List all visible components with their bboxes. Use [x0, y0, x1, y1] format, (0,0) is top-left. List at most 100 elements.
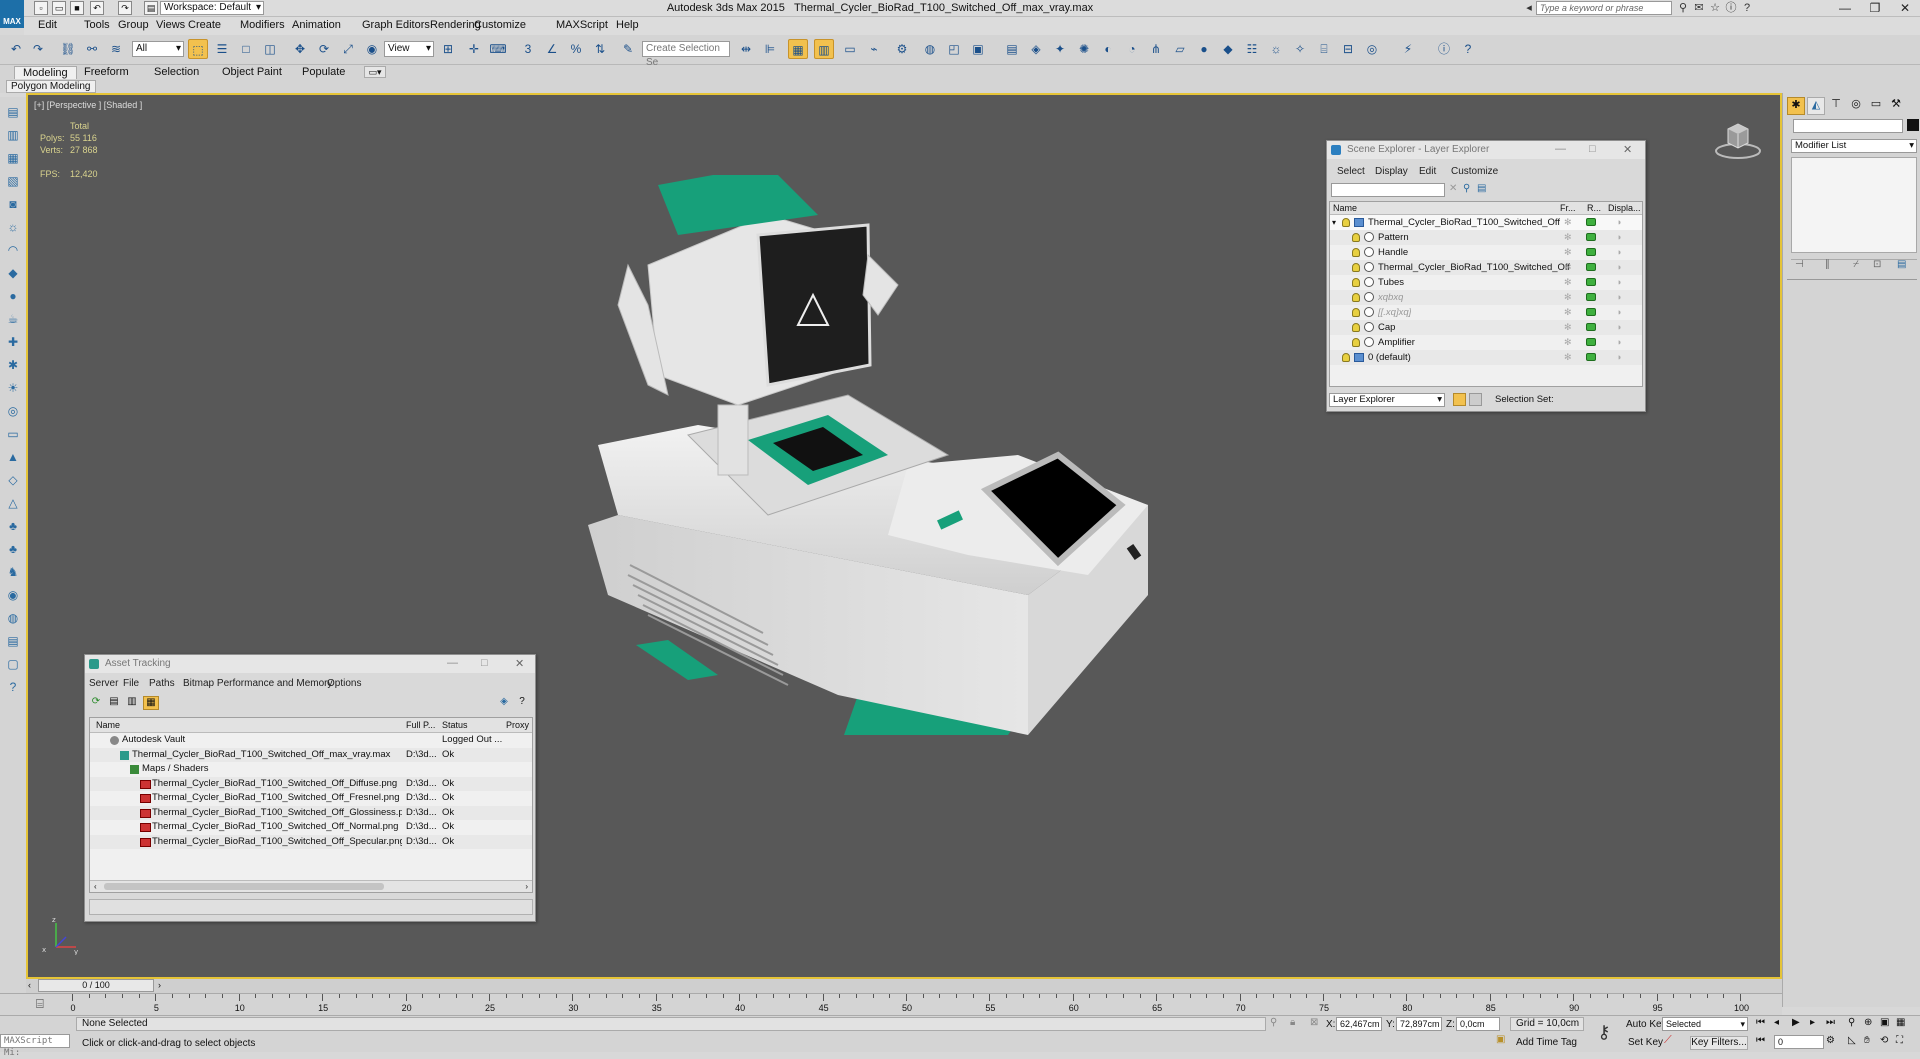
globe-icon[interactable]: ◍: [4, 609, 22, 627]
list-view-icon[interactable]: ▤: [107, 696, 121, 710]
render-setup-icon[interactable]: ◰: [944, 39, 964, 59]
display-mode-icon[interactable]: ◑: [1616, 335, 1621, 350]
current-frame-field[interactable]: 0: [1774, 1035, 1824, 1049]
cone-icon[interactable]: ▲: [4, 448, 22, 466]
clear-search-icon[interactable]: ✕: [1449, 183, 1457, 194]
make-unique-icon[interactable]: ⌿: [1853, 259, 1859, 270]
render-toggle-icon[interactable]: [1586, 323, 1596, 331]
select-object-icon[interactable]: ⬚: [188, 39, 208, 59]
close-icon[interactable]: ✕: [1890, 0, 1920, 17]
asset-row[interactable]: Thermal_Cycler_BioRad_T100_Switched_Off_…: [90, 834, 532, 849]
zoom-all-icon[interactable]: ⊕: [1864, 1017, 1872, 1028]
dummy-icon[interactable]: ◇: [4, 471, 22, 489]
display-mode-icon[interactable]: ◑: [1616, 275, 1621, 290]
render-toggle-icon[interactable]: [1586, 233, 1596, 241]
scroll-right-icon[interactable]: ›: [525, 882, 528, 891]
redo-icon[interactable]: ↷: [28, 39, 48, 59]
menu-animation[interactable]: Animation: [292, 19, 341, 31]
help-icon[interactable]: ?: [1458, 39, 1478, 59]
column-full-path[interactable]: Full P...: [406, 718, 435, 733]
previous-frame-icon[interactable]: ◂: [1774, 1017, 1779, 1028]
layer-name[interactable]: Pattern: [1378, 230, 1409, 245]
asset-row[interactable]: Thermal_Cycler_BioRad_T100_Switched_Off_…: [90, 791, 532, 806]
menu-customize[interactable]: Customize: [474, 19, 526, 31]
settings-icon[interactable]: ▧: [4, 172, 22, 190]
vray-clipper-icon[interactable]: ⊟: [1338, 39, 1358, 59]
show-end-result-icon[interactable]: ∥: [1825, 259, 1830, 270]
wheel-icon[interactable]: ◉: [4, 586, 22, 604]
shape-icon[interactable]: ◠: [4, 241, 22, 259]
go-to-end-icon[interactable]: ⏭: [1826, 1017, 1835, 1028]
zoom-extents-all-icon[interactable]: ▦: [1896, 1017, 1905, 1028]
render-toggle-icon[interactable]: [1586, 263, 1596, 271]
tab-modeling[interactable]: Modeling: [14, 66, 77, 79]
sphere-icon[interactable]: ●: [4, 287, 22, 305]
undo-icon[interactable]: ↶: [6, 39, 26, 59]
set-key-mode-icon[interactable]: ⟋: [1664, 1034, 1672, 1047]
scroll-left-icon[interactable]: ‹: [94, 882, 97, 891]
asset-menu-file[interactable]: File: [123, 678, 139, 689]
layer-row[interactable]: Tubes ✻ ◑: [1330, 275, 1642, 290]
menu-graph-editors[interactable]: Graph Editors: [362, 19, 430, 31]
track-bar[interactable]: ⌸ 0 5 10 15 20 25 30 35 40 45 50 55 60 65 70 75 80 85 90 95…: [0, 993, 1782, 1015]
window-crossing-icon[interactable]: ◫: [260, 39, 280, 59]
freeze-icon[interactable]: ✻: [1564, 275, 1572, 290]
time-configuration-icon[interactable]: ⚙: [1826, 1035, 1835, 1046]
pivot-center-icon[interactable]: ⊞: [438, 39, 458, 59]
scale-icon[interactable]: ⤢: [338, 39, 358, 59]
render-toggle-icon[interactable]: [1586, 293, 1596, 301]
menu-help[interactable]: Help: [616, 19, 639, 31]
orbit-icon[interactable]: ⟲: [1880, 1035, 1888, 1046]
display-mode-icon[interactable]: ◑: [1616, 230, 1621, 245]
visibility-bulb-icon[interactable]: [1352, 308, 1360, 317]
zoom-icon[interactable]: ⚲: [1848, 1017, 1855, 1028]
workspace-dropdown[interactable]: Workspace: Default ▾: [160, 1, 264, 15]
vray-frame-buffer-icon[interactable]: ▤: [1002, 39, 1022, 59]
freeze-icon[interactable]: ✻: [1564, 305, 1572, 320]
new-file-icon[interactable]: ▫: [34, 1, 48, 15]
display-mode-icon[interactable]: ◑: [1616, 215, 1621, 230]
set-key-button[interactable]: Set Key: [1628, 1037, 1663, 1048]
layer-name[interactable]: Handle: [1378, 245, 1408, 260]
menu-tools[interactable]: Tools: [84, 19, 110, 31]
column-status[interactable]: Status: [442, 718, 468, 733]
key-mode-toggle-icon[interactable]: ⏮: [1756, 1035, 1765, 1046]
mirror-icon[interactable]: ⇹: [736, 39, 756, 59]
freeze-icon[interactable]: ✻: [1564, 290, 1572, 305]
time-slider[interactable]: ‹ 0 / 100 ›: [26, 979, 1782, 993]
column-freeze[interactable]: Fr...: [1560, 202, 1576, 215]
pin-stack-icon[interactable]: ⊣: [1795, 259, 1804, 270]
asset-row[interactable]: Thermal_Cycler_BioRad_T100_Switched_Off_…: [90, 747, 532, 762]
tab-selection[interactable]: Selection: [146, 66, 207, 78]
rotate-icon[interactable]: ⟳: [314, 39, 334, 59]
rectangular-selection-icon[interactable]: □: [236, 39, 256, 59]
stack-icon[interactable]: ▤: [4, 632, 22, 650]
z-coordinate[interactable]: 0,0cm: [1456, 1017, 1500, 1031]
hierarchy-tab-icon[interactable]: ⊤: [1827, 97, 1845, 115]
find-icon[interactable]: ▤: [1477, 183, 1486, 194]
refresh-icon[interactable]: ⟳: [89, 696, 103, 710]
percent-snap-icon[interactable]: %: [566, 39, 586, 59]
select-manipulate-icon[interactable]: ✛: [464, 39, 484, 59]
layer-row[interactable]: Pattern ✻ ◑: [1330, 230, 1642, 245]
utilities-tab-icon[interactable]: ⚒: [1887, 97, 1905, 115]
material-editor-icon[interactable]: ◍: [920, 39, 940, 59]
y-coordinate[interactable]: 72,897cm: [1396, 1017, 1442, 1031]
display-mode-icon[interactable]: ◑: [1616, 305, 1621, 320]
selection-lock-icon[interactable]: 🔒︎: [1290, 1017, 1295, 1028]
communication-center-icon[interactable]: ✉: [1692, 1, 1706, 15]
remove-modifier-icon[interactable]: ⊡: [1873, 259, 1881, 270]
binoculars-icon[interactable]: ⚲: [1676, 1, 1690, 15]
favorites-icon[interactable]: ☆: [1708, 1, 1722, 15]
vray-camera-icon[interactable]: ⌸: [1314, 39, 1334, 59]
layer-row[interactable]: Thermal_Cycler_BioRad_T100_Switched_Off ✻…: [1330, 260, 1642, 275]
helper-icon[interactable]: ✚: [4, 333, 22, 351]
visibility-bulb-icon[interactable]: [1352, 248, 1360, 257]
help-search-input[interactable]: Type a keyword or phrase: [1536, 1, 1672, 15]
key-mode-dropdown[interactable]: Selected ▾: [1662, 1017, 1748, 1031]
scene-explorer-search[interactable]: [1331, 183, 1445, 197]
menu-maxscript[interactable]: MAXScript: [556, 19, 608, 31]
field-of-view-icon[interactable]: ◺: [1848, 1035, 1856, 1046]
visibility-bulb-icon[interactable]: [1352, 263, 1360, 272]
move-icon[interactable]: ✥: [290, 39, 310, 59]
